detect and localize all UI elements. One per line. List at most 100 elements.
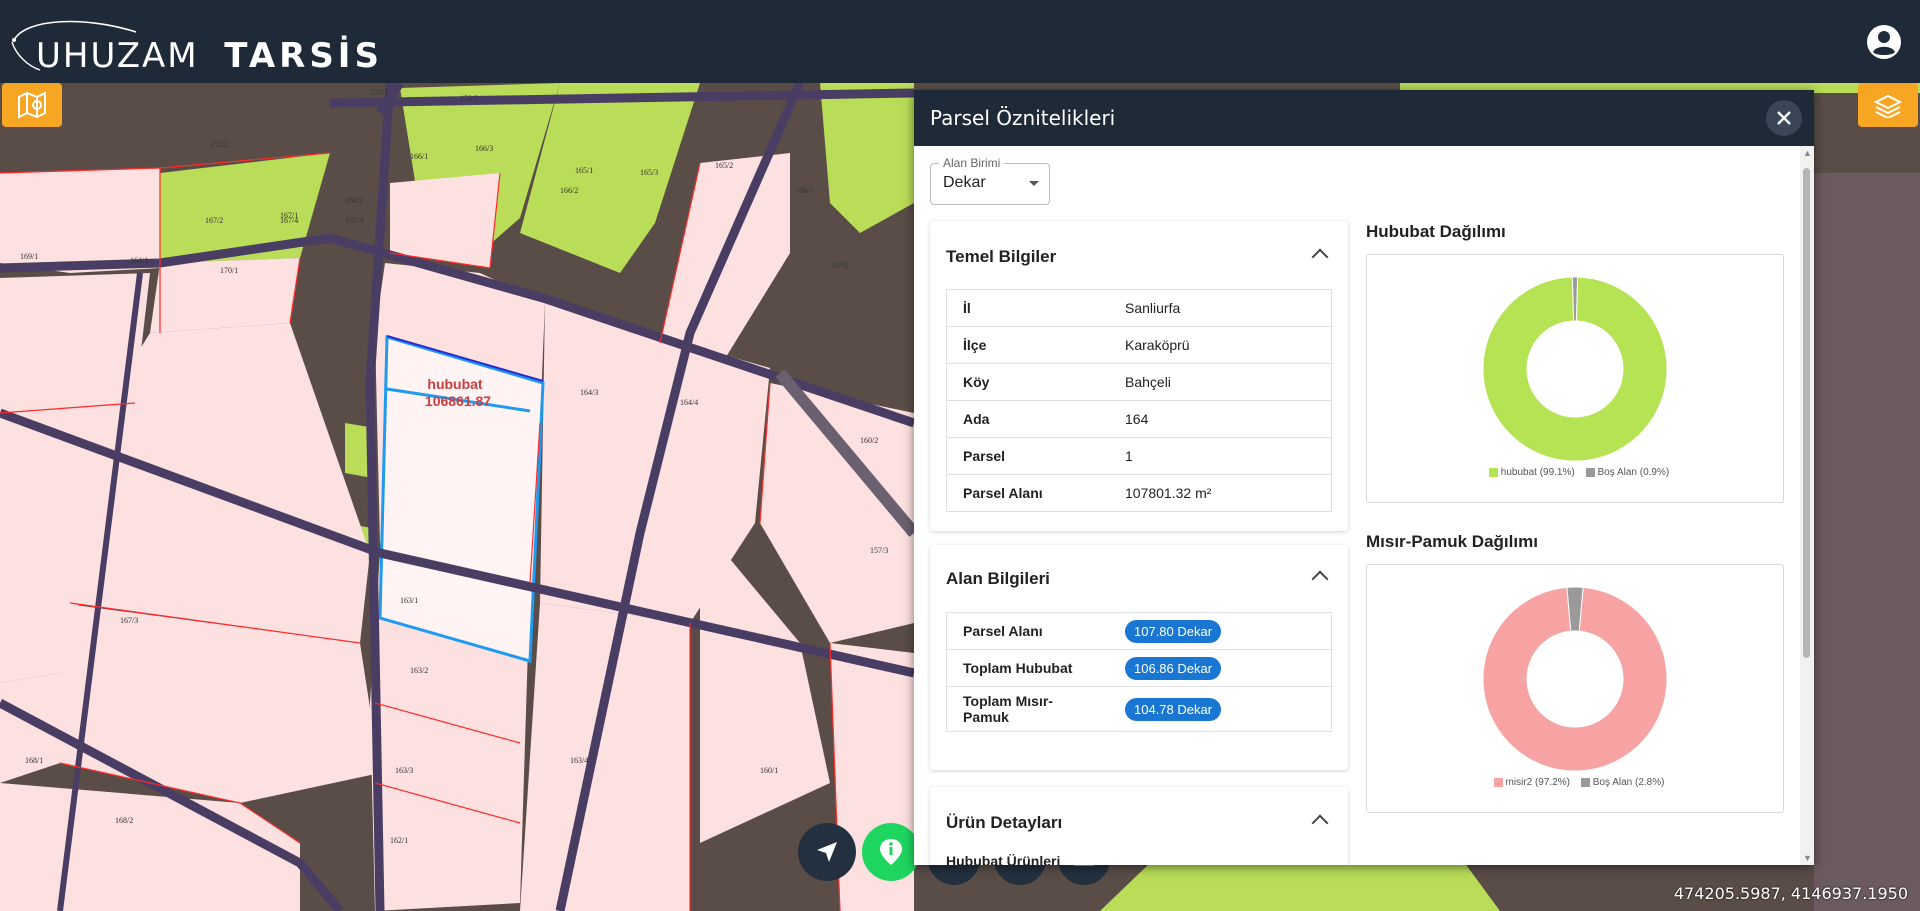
parcel-number-label: 162/1 bbox=[390, 836, 408, 845]
parcel-number-label: 164/3 bbox=[580, 388, 598, 397]
logo-main: UHUZAM bbox=[36, 36, 199, 76]
area-value-cell: 104.78 Dekar bbox=[1109, 686, 1332, 732]
basic-row: Parsel Alanı 107801.32 m² bbox=[946, 474, 1332, 512]
parcel-number-label: 165/2 bbox=[715, 161, 733, 170]
map-coordinates: 474205.5987, 4146937.1950 bbox=[1673, 884, 1908, 903]
basic-key: Parsel Alanı bbox=[946, 474, 1109, 512]
basic-info-card: Temel Bilgiler İl Sanliurfa İlçe Karaköprü K… bbox=[930, 221, 1348, 531]
legend-item: Boş Alan (0.9%) bbox=[1597, 467, 1670, 478]
basic-row: Ada 164 bbox=[946, 400, 1332, 438]
parcel-number-label: 168/1 bbox=[25, 756, 43, 765]
chart-1-donut bbox=[1482, 276, 1668, 462]
navigation-arrow-icon bbox=[817, 842, 837, 862]
collapse-basic-chevron-up-icon[interactable] bbox=[1311, 248, 1329, 266]
user-account-button[interactable] bbox=[1864, 22, 1904, 62]
layers-stack-icon bbox=[1873, 94, 1903, 118]
legend-swatch bbox=[1493, 777, 1503, 787]
chart-2-donut bbox=[1482, 586, 1668, 772]
chart-1-legend: hububat (99.1%) Boş Alan (0.9%) bbox=[1367, 467, 1783, 478]
area-key: Toplam Hububat bbox=[946, 649, 1109, 687]
parcel-number-label: 157/3 bbox=[870, 546, 888, 555]
app-logo[interactable]: UHUZAM TARSİS bbox=[6, 10, 386, 76]
parcel-number-label: 164/1 bbox=[130, 256, 148, 265]
panel-body[interactable]: Alan Birimi Dekar Temel Bilgiler İl Sanli… bbox=[914, 146, 1814, 865]
parcel-number-label: 163/3 bbox=[395, 766, 413, 775]
parcel-number-label: 166/2 bbox=[560, 186, 578, 195]
legend-swatch bbox=[1585, 467, 1595, 477]
product-subtitle: Hububat Ürünleri bbox=[946, 853, 1061, 865]
product-details-title: Ürün Detayları bbox=[946, 813, 1063, 832]
scroll-thumb[interactable] bbox=[1803, 168, 1810, 658]
area-key: Toplam Mısır-Pamuk bbox=[946, 686, 1109, 732]
user-icon bbox=[1867, 25, 1901, 59]
area-value-cell: 107.80 Dekar bbox=[1109, 612, 1332, 650]
parcel-number-label: 166/3 bbox=[475, 144, 493, 153]
parcel-number-label: 166/1 bbox=[795, 186, 813, 195]
collapse-products-chevron-up-icon[interactable] bbox=[1311, 814, 1329, 832]
chevron-down-icon bbox=[1029, 181, 1039, 186]
parcel-number-label: 167/4 bbox=[280, 216, 298, 225]
basic-info-table: İl Sanliurfa İlçe Karaköprü Köy Bahçeli Ada 164… bbox=[946, 289, 1332, 512]
area-value-badge: 106.86 Dekar bbox=[1125, 656, 1222, 680]
parcel-number-label: 160/1 bbox=[760, 766, 778, 775]
area-unit-select[interactable]: Alan Birimi Dekar bbox=[930, 156, 1050, 205]
app-header: UHUZAM TARSİS bbox=[0, 0, 1920, 83]
legend-item: hububat (99.1%) bbox=[1500, 467, 1575, 478]
product-details-card: Ürün Detayları Hububat Ürünleri bbox=[930, 787, 1348, 865]
legend-swatch bbox=[1488, 467, 1498, 477]
area-value-cell: 106.86 Dekar bbox=[1109, 649, 1332, 687]
parcel-number-label: 166/1 bbox=[410, 152, 428, 161]
area-row: Parsel Alanı 107.80 Dekar bbox=[946, 612, 1332, 650]
parcel-number-label: 152/2 bbox=[210, 140, 228, 149]
parcel-number-label: 163/1 bbox=[400, 596, 418, 605]
chart-1-container: hububat (99.1%) Boş Alan (0.9%) bbox=[1366, 254, 1784, 503]
map-layers-toggle-button[interactable] bbox=[2, 83, 62, 127]
area-row: Toplam Mısır-Pamuk 104.78 Dekar bbox=[946, 686, 1332, 732]
panel-scrollbar[interactable]: ▲ ▼ bbox=[1800, 146, 1814, 865]
chart-2-legend: misir2 (97.2%) Boş Alan (2.8%) bbox=[1367, 777, 1783, 788]
map-icon bbox=[18, 91, 46, 119]
chart-2-container: misir2 (97.2%) Boş Alan (2.8%) bbox=[1366, 564, 1784, 813]
location-info-button[interactable] bbox=[862, 823, 920, 881]
chart-2-title: Mısır-Pamuk Dağılımı bbox=[1366, 532, 1538, 551]
basic-value-cell: 164 bbox=[1109, 400, 1332, 438]
area-value-badge: 107.80 Dekar bbox=[1125, 619, 1222, 643]
legend-item: misir2 (97.2%) bbox=[1505, 777, 1570, 788]
parcel-number-label: 170/1 bbox=[220, 266, 238, 275]
pie-slice-empty-area[interactable] bbox=[1571, 276, 1579, 322]
parcel-number-label: 157/2 bbox=[830, 261, 848, 270]
collapse-area-chevron-up-icon[interactable] bbox=[1311, 570, 1329, 588]
legend-item: Boş Alan (2.8%) bbox=[1592, 777, 1665, 788]
parcel-number-label: 165/1 bbox=[575, 166, 593, 175]
basic-value-cell: Karaköprü bbox=[1109, 326, 1332, 364]
panel-title: Parsel Öznitelikleri bbox=[930, 106, 1116, 130]
parcel-number-label: 165/3 bbox=[640, 168, 658, 177]
basic-key: Ada bbox=[946, 400, 1109, 438]
basic-info-title: Temel Bilgiler bbox=[946, 247, 1057, 266]
scroll-up-icon[interactable]: ▲ bbox=[1803, 148, 1812, 158]
basic-key: Köy bbox=[946, 363, 1109, 401]
parcel-number-label: 164/4 bbox=[680, 398, 698, 407]
parcel-number-label: 163/2 bbox=[410, 666, 428, 675]
area-unit-value: Dekar bbox=[943, 174, 986, 191]
parcel-number-label: 167/3 bbox=[120, 616, 138, 625]
logo-product: TARSİS bbox=[224, 36, 383, 76]
scroll-down-icon[interactable]: ▼ bbox=[1803, 853, 1812, 863]
parcel-number-label: 168/2 bbox=[115, 816, 133, 825]
parcel-number-label: 167/4 bbox=[345, 216, 363, 225]
parcel-number-label: 153/1 bbox=[370, 88, 388, 97]
close-button[interactable] bbox=[1766, 100, 1802, 136]
basic-key: İlçe bbox=[946, 326, 1109, 364]
navigate-button[interactable] bbox=[798, 823, 856, 881]
area-info-title: Alan Bilgileri bbox=[946, 569, 1050, 588]
area-key: Parsel Alanı bbox=[946, 612, 1109, 650]
area-value-badge: 104.78 Dekar bbox=[1125, 697, 1222, 721]
parcel-number-label: 164/2 bbox=[345, 196, 363, 205]
parcel-number-label: 153/2 bbox=[460, 94, 478, 103]
close-icon bbox=[1777, 111, 1791, 125]
parcel-number-label: 163/4 bbox=[570, 756, 588, 765]
location-info-icon bbox=[880, 839, 902, 865]
basemap-button[interactable] bbox=[1858, 83, 1918, 127]
basic-value-cell: 1 bbox=[1109, 437, 1332, 475]
parcel-number-label: 160/2 bbox=[860, 436, 878, 445]
